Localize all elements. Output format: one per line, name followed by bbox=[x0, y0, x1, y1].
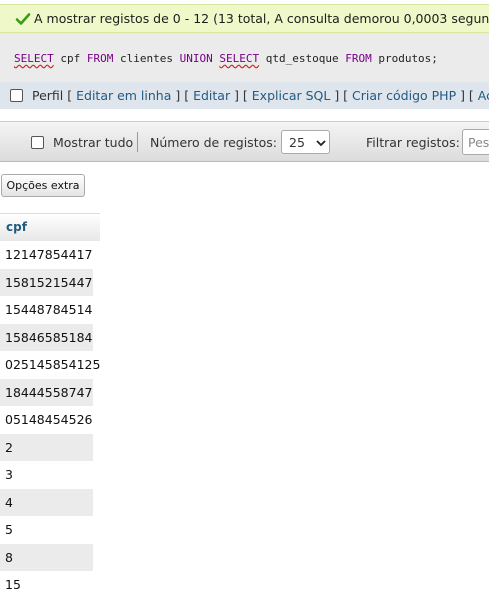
num-records-label: Número de registos: bbox=[150, 135, 277, 150]
refresh-link[interactable]: Actualizar bbox=[478, 88, 489, 103]
sql-keyword: SELECT bbox=[14, 52, 54, 65]
table-row[interactable]: 15846585184 bbox=[0, 323, 93, 351]
table-row[interactable]: 8 bbox=[0, 543, 93, 571]
show-all-checkbox[interactable] bbox=[31, 136, 44, 149]
table-cell-cpf: 15448784514 bbox=[5, 302, 93, 317]
table-cell-cpf: 18444558747 bbox=[5, 384, 93, 400]
table-row[interactable]: 18444558747 bbox=[0, 378, 93, 406]
sql-keyword: FROM bbox=[86, 52, 114, 65]
edit-link[interactable]: Editar bbox=[193, 88, 230, 103]
table-row[interactable]: 12147854417 bbox=[0, 241, 93, 269]
table-row[interactable]: 3 bbox=[0, 461, 93, 489]
navigation-bar: Mostrar tudo Número de registos: 25 Filt… bbox=[0, 121, 489, 162]
results-rows: 12147854417 15815215447 15448784514 1584658… bbox=[0, 241, 100, 599]
create-php-code-link[interactable]: Criar código PHP bbox=[352, 88, 456, 103]
table-cell-cpf: 05148454526 bbox=[5, 412, 93, 427]
explain-sql-link[interactable]: Explicar SQL bbox=[252, 88, 331, 103]
checkmark-icon bbox=[15, 13, 31, 25]
sql-query-text: SELECT cpf FROM clientes UNION SELECT qt… bbox=[14, 52, 438, 65]
sql-text: clientes bbox=[113, 52, 180, 65]
num-records-select[interactable]: 25 bbox=[281, 130, 330, 154]
table-row[interactable]: 15448784514 bbox=[0, 296, 93, 324]
sql-text: produtos; bbox=[371, 52, 438, 65]
table-cell-cpf: 4 bbox=[5, 494, 13, 510]
edit-inline-link[interactable]: Editar em linha bbox=[76, 88, 171, 103]
table-row[interactable]: 15 bbox=[0, 571, 93, 599]
table-cell-cpf: 3 bbox=[5, 467, 13, 482]
table-cell-cpf: 15846585184 bbox=[5, 329, 93, 345]
table-cell-cpf: 12147854417 bbox=[5, 247, 93, 262]
chevron-down-icon bbox=[316, 140, 326, 147]
table-cell-cpf: 15 bbox=[5, 577, 21, 592]
query-tools-bar: Perfil [ Editar em linha ] [ Editar ] [ … bbox=[0, 82, 489, 109]
profile-label: Perfil bbox=[32, 88, 64, 103]
table-cell-cpf: 8 bbox=[5, 549, 13, 565]
filter-placeholder: Pesquisar bbox=[468, 135, 489, 150]
table-row[interactable]: 5 bbox=[0, 516, 93, 544]
table-row[interactable]: 025145854125 bbox=[0, 351, 100, 379]
filter-records-label: Filtrar registos: bbox=[366, 135, 460, 150]
sql-text: qtd_estoque bbox=[259, 52, 346, 65]
show-all-label: Mostrar tudo bbox=[53, 135, 134, 150]
sql-text: cpf bbox=[53, 52, 87, 65]
table-row[interactable]: 2 bbox=[0, 433, 93, 461]
results-table: cpf 12147854417 15815215447 15448784514 158… bbox=[0, 213, 100, 599]
sql-keyword: UNION bbox=[179, 52, 213, 65]
sql-query-box: SELECT cpf FROM clientes UNION SELECT qt… bbox=[0, 33, 489, 82]
filter-records-input[interactable]: Pesquisar bbox=[462, 129, 489, 155]
table-cell-cpf: 2 bbox=[5, 439, 13, 455]
sql-keyword: SELECT bbox=[219, 52, 260, 65]
table-cell-cpf: 15815215447 bbox=[5, 274, 93, 290]
table-cell-cpf: 5 bbox=[5, 522, 13, 537]
profile-checkbox[interactable] bbox=[10, 89, 23, 102]
num-records-value: 25 bbox=[289, 135, 305, 150]
table-row[interactable]: 15815215447 bbox=[0, 268, 93, 296]
success-message-bar: A mostrar registos de 0 - 12 (13 total, … bbox=[0, 4, 489, 33]
column-header-label: cpf bbox=[6, 220, 27, 234]
column-header-cpf[interactable]: cpf bbox=[0, 213, 100, 241]
divider bbox=[137, 132, 138, 152]
success-message-text: A mostrar registos de 0 - 12 (13 total, … bbox=[34, 11, 489, 26]
extra-options-button[interactable]: Opções extra bbox=[1, 174, 85, 197]
table-cell-cpf: 025145854125 bbox=[5, 357, 101, 372]
table-row[interactable]: 4 bbox=[0, 488, 93, 516]
table-row[interactable]: 05148454526 bbox=[0, 406, 93, 434]
sql-keyword: FROM bbox=[345, 52, 372, 65]
